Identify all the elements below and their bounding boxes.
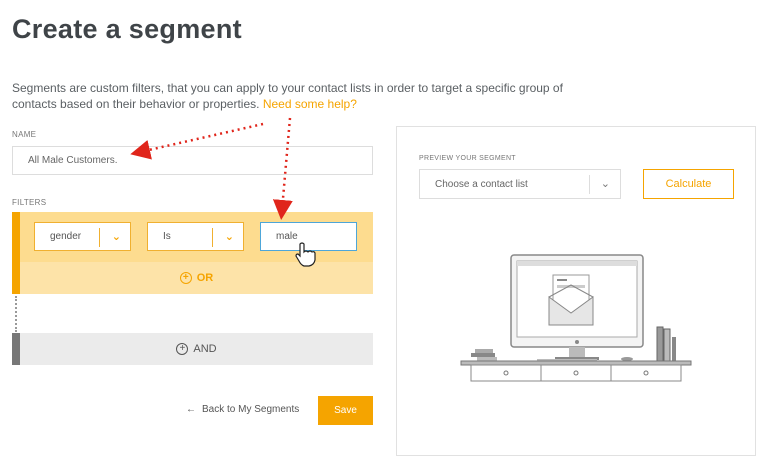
annotation-arrow-name bbox=[130, 122, 264, 160]
annotation-arrow-value bbox=[272, 117, 293, 220]
annotation-overlay bbox=[130, 117, 316, 267]
hand-cursor-icon bbox=[295, 242, 316, 267]
